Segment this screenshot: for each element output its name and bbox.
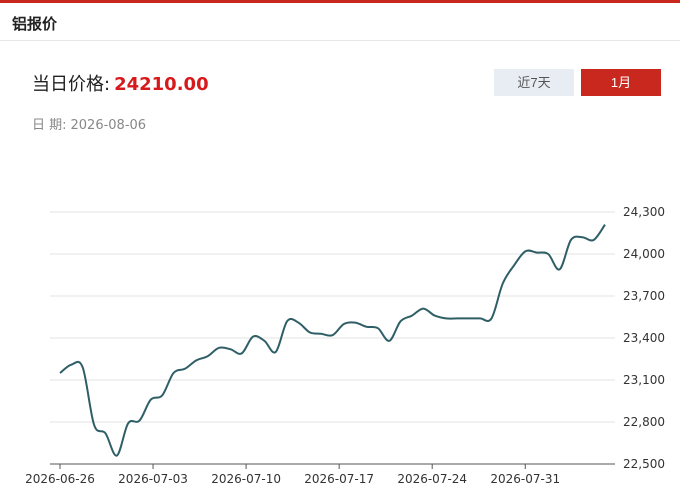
y-tick-label: 22,500 [623, 457, 665, 471]
y-tick-label: 23,700 [623, 289, 665, 303]
price-label: 当日价格: [32, 74, 111, 95]
current-price: 当日价格: 24210.00 [32, 70, 209, 96]
price-line-chart: 22,500 22,800 23,100 23,400 23,700 24,000 24,3… [25, 205, 665, 486]
y-tick-label: 23,400 [623, 331, 665, 345]
y-tick-label: 24,000 [623, 247, 665, 261]
y-tick-label: 23,100 [623, 373, 665, 387]
page-title: 铝报价 [12, 15, 58, 33]
x-tick-label: 2026-06-26 [25, 472, 95, 486]
price-value: 24210.00 [114, 74, 209, 95]
x-tick-label: 2026-07-17 [304, 472, 374, 486]
x-tick-label: 2026-07-10 [211, 472, 281, 486]
y-tick-label: 22,800 [623, 415, 665, 429]
range-7-days-button[interactable]: 近7天 [494, 69, 574, 96]
date-row: 日 期: 2026-08-06 [32, 114, 146, 133]
x-tick-label: 2026-07-03 [118, 472, 188, 486]
x-tick-label: 2026-07-31 [490, 472, 560, 486]
header: 铝报价 [0, 3, 680, 41]
range-1-month-button[interactable]: 1月 [581, 69, 661, 96]
y-tick-label: 24,300 [623, 205, 665, 219]
price-series-line [59, 224, 606, 457]
date-value: 2026-08-06 [70, 118, 147, 133]
x-tick-label: 2026-07-24 [397, 472, 467, 486]
date-label: 日 期: [32, 118, 67, 133]
